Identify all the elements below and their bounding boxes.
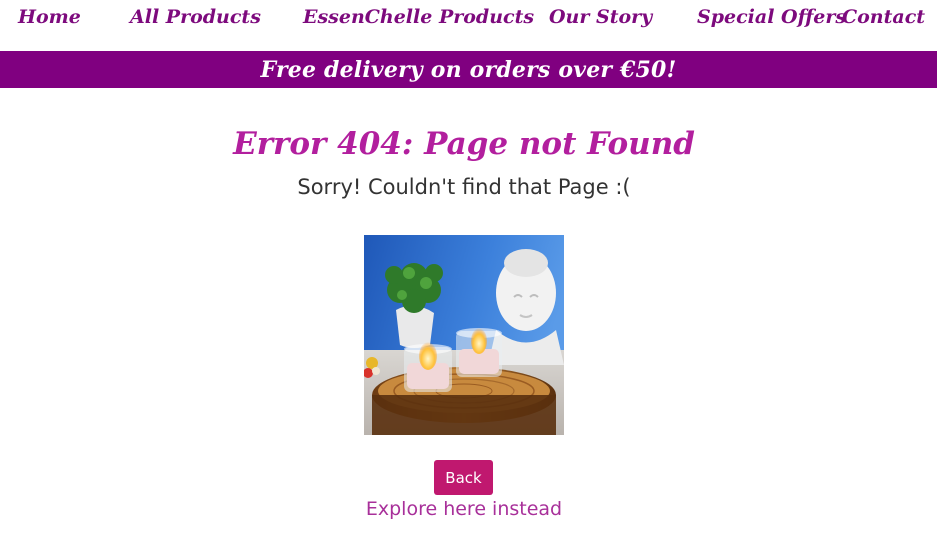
error-subtitle: Sorry! Couldn't find that Page :( (297, 175, 631, 199)
candles-buddha-illustration (364, 235, 564, 435)
nav-item-special-offers[interactable]: Special Offers (697, 6, 846, 28)
explore-link[interactable]: Explore here instead (0, 498, 928, 520)
promo-banner: Free delivery on orders over €50! (0, 51, 937, 88)
back-button[interactable]: Back (434, 460, 493, 495)
nav-item-all-products[interactable]: All Products (130, 6, 261, 28)
error-title: Error 404: Page not Found (233, 126, 695, 162)
nav-item-our-story[interactable]: Our Story (549, 6, 652, 28)
promo-banner-text: Free delivery on orders over €50! (260, 56, 677, 83)
nav-item-essenchelle-products[interactable]: EssenChelle Products (303, 6, 534, 28)
candles-buddha-photo (364, 235, 564, 435)
nav-item-contact[interactable]: Contact (842, 6, 925, 28)
nav-item-home[interactable]: Home (18, 6, 81, 28)
top-navigation: Home All Products EssenChelle Products O… (0, 0, 937, 51)
